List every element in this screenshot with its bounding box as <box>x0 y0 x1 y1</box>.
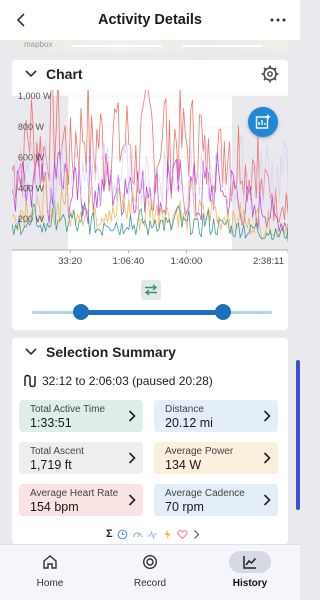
back-button[interactable] <box>8 6 36 34</box>
more-options-button[interactable] <box>264 6 292 34</box>
slider-end-handle[interactable] <box>215 304 232 320</box>
clock-icon[interactable] <box>117 529 128 540</box>
x-tick-label: 1:40:00 <box>171 256 203 267</box>
selection-range: 32:12 to 2:06:03 (paused 20:28) <box>22 374 213 388</box>
nav-record-label: Record <box>133 578 167 589</box>
y-tick-label: 800 W <box>18 122 45 132</box>
y-tick-label: 200 W <box>18 214 45 224</box>
nav-history-label: History <box>232 578 268 589</box>
chevron-left-icon <box>16 13 25 27</box>
more-horizontal-icon <box>270 18 286 22</box>
swap-axis-button[interactable] <box>141 280 161 300</box>
nav-record-icon-wrap <box>129 551 171 573</box>
chart-icon <box>243 556 257 569</box>
chart-add-icon <box>255 114 271 129</box>
chevron-right-icon <box>128 410 136 422</box>
chevron-right-icon <box>128 494 136 506</box>
route-icon <box>24 374 36 388</box>
gauge-icon[interactable] <box>132 529 143 540</box>
x-tick-label: 1:06:40 <box>112 256 144 267</box>
heart-icon[interactable] <box>176 529 188 540</box>
app-bar: Activity Details <box>0 0 300 40</box>
chevron-down-icon <box>25 348 37 356</box>
bottom-navigation: Home Record History <box>0 544 300 600</box>
scrollbar[interactable] <box>296 360 300 510</box>
nav-home-icon-wrap <box>29 551 71 573</box>
gear-icon[interactable] <box>260 64 280 84</box>
chevron-right-icon <box>263 452 271 464</box>
record-icon <box>142 554 158 570</box>
summary-card-header[interactable]: Selection Summary <box>24 344 176 360</box>
slider-start-handle[interactable] <box>72 304 89 320</box>
nav-home-label: Home <box>36 578 64 589</box>
map-logo: mapbox <box>24 40 53 49</box>
nav-home[interactable]: Home <box>0 545 100 600</box>
chevron-right-icon <box>263 494 271 506</box>
nav-history[interactable]: History <box>200 545 300 600</box>
page-title: Activity Details <box>98 12 202 28</box>
summary-title: Selection Summary <box>46 344 176 360</box>
sigma-icon[interactable]: Σ <box>106 528 113 540</box>
power-chart[interactable]: 1,000 W 800 W 600 W 400 W 200 W 33:20 1:06:40 1… <box>12 90 288 275</box>
nav-record[interactable]: Record <box>100 545 200 600</box>
summary-tile[interactable]: Average Cadence 70 rpm <box>154 484 278 516</box>
range-slider[interactable] <box>32 304 272 320</box>
summary-tile[interactable]: Distance 20.12 mi <box>154 400 278 432</box>
x-tick-label: 2:38:11 <box>253 256 284 267</box>
y-tick-label: 400 W <box>18 183 45 193</box>
swap-arrows-icon <box>144 284 158 296</box>
home-icon <box>43 555 57 569</box>
chevron-right-icon <box>263 410 271 422</box>
pulse-icon[interactable] <box>147 529 158 540</box>
map-road <box>182 45 262 47</box>
nav-history-icon-wrap <box>229 551 271 573</box>
y-tick-label: 1,000 W <box>18 91 52 101</box>
x-tick-label: 33:20 <box>58 256 82 267</box>
summary-tile[interactable]: Total Active Time 1:33:51 <box>19 400 143 432</box>
slider-selected-range <box>80 310 224 315</box>
bolt-icon[interactable] <box>162 529 173 540</box>
summary-tile[interactable]: Total Ascent 1,719 ft <box>19 442 143 474</box>
selection-range-text: 32:12 to 2:06:03 (paused 20:28) <box>42 374 213 388</box>
summary-tile[interactable]: Average Heart Rate 154 bpm <box>19 484 143 516</box>
y-tick-label: 600 W <box>18 153 45 163</box>
add-chart-button[interactable] <box>248 107 278 137</box>
selection-summary-card: Selection Summary 32:12 to 2:06:03 (paus… <box>12 338 288 544</box>
map-road <box>72 45 162 47</box>
summary-tile[interactable]: Average Power 134 W <box>154 442 278 474</box>
metric-icons-row: Σ <box>106 528 201 540</box>
chart-card: Chart 1,000 W 800 W 600 W 400 W 200 W 33:20 1:… <box>12 60 288 330</box>
chevron-down-icon <box>25 70 37 78</box>
route-map[interactable]: mapbox <box>12 40 288 52</box>
chart-title: Chart <box>46 66 83 82</box>
chevron-right-icon <box>128 452 136 464</box>
chevron-right-icon[interactable] <box>192 529 201 540</box>
chart-card-header[interactable]: Chart <box>24 66 83 82</box>
